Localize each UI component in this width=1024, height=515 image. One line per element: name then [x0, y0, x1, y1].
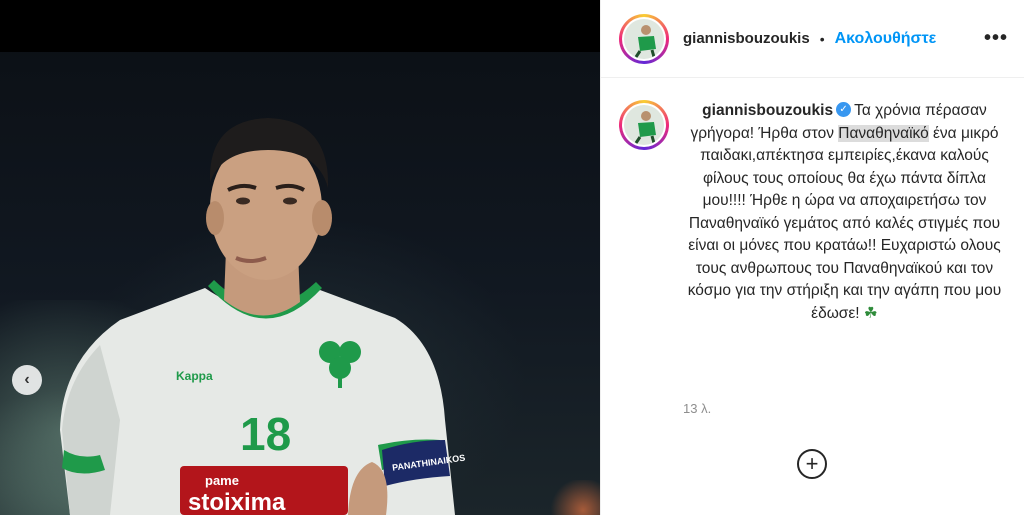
sponsor-main: stoixima	[188, 489, 286, 515]
caption-username[interactable]: giannisbouzoukis	[702, 102, 833, 119]
avatar-image	[624, 18, 664, 59]
sponsor-top: pame	[205, 473, 239, 488]
avatar[interactable]	[619, 13, 669, 64]
caption-row: giannisbouzoukis ✓ Τα χρόνια πέρασαν γρήγο…	[601, 78, 1024, 325]
brand-logo: Kappa	[176, 369, 213, 383]
chevron-left-icon: ‹	[24, 371, 30, 388]
caption-text-end: ένα μικρό παιδακι,απέκτησα εμπειρίες,έκα…	[687, 124, 1002, 322]
caption-highlight: Παναθηναϊκό	[838, 124, 929, 142]
photo-top-bar	[0, 0, 600, 52]
verified-badge-icon: ✓	[836, 102, 852, 118]
caption-avatar[interactable]	[619, 100, 669, 150]
post-caption: giannisbouzoukis ✓ Τα χρόνια πέρασαν γρήγο…	[683, 100, 1006, 325]
post-timestamp[interactable]: 13 λ.	[683, 401, 711, 416]
follow-button[interactable]: Ακολουθήστε	[835, 30, 937, 48]
plus-icon: +	[805, 451, 819, 476]
more-options-icon[interactable]: •••	[984, 27, 1008, 50]
post-photo: PANATHINAIKOS Kappa 18 pame stoixima ‹	[0, 0, 600, 515]
caption-avatar-image	[624, 105, 664, 145]
separator-dot: •	[819, 30, 825, 47]
add-comment-button[interactable]: +	[797, 449, 827, 479]
carousel-prev-button[interactable]: ‹	[12, 365, 42, 395]
jersey-number: 18	[240, 408, 291, 460]
shamrock-icon: ☘	[863, 304, 878, 322]
post-header: giannisbouzoukis • Ακολουθήστε •••	[601, 0, 1024, 78]
post-sidebar: giannisbouzoukis • Ακολουθήστε ••• giann…	[600, 0, 1024, 515]
player-image: PANATHINAIKOS Kappa 18 pame stoixima	[60, 118, 466, 515]
header-username[interactable]: giannisbouzoukis	[683, 30, 810, 47]
